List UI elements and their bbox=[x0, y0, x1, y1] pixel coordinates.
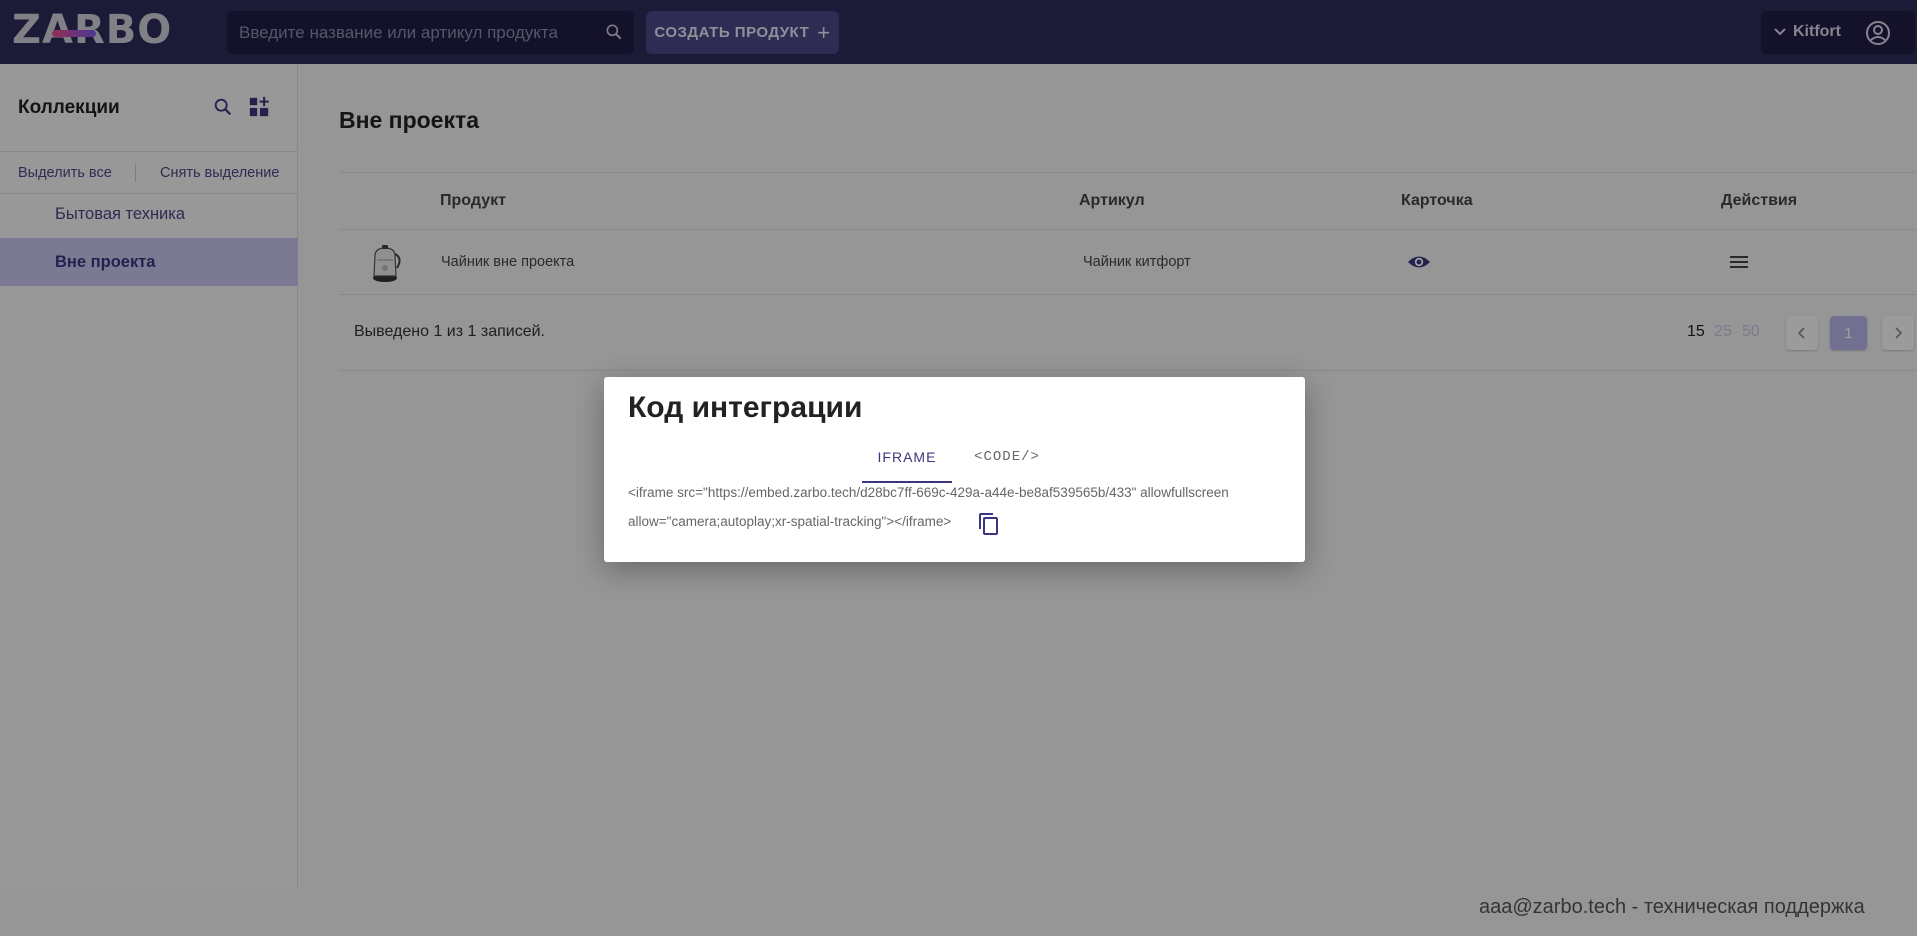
copy-icon[interactable] bbox=[977, 512, 1001, 536]
embed-code-line-2: allow="camera;autoplay;xr-spatial-tracki… bbox=[628, 514, 952, 529]
dialog-title: Код интеграции bbox=[628, 391, 863, 424]
integration-code-dialog: Код интеграции IFRAME <CODE/> <iframe sr… bbox=[604, 377, 1305, 562]
tab-code[interactable]: <CODE/> bbox=[961, 445, 1053, 483]
embed-code-line-1: <iframe src="https://embed.zarbo.tech/d2… bbox=[628, 485, 1229, 500]
tab-iframe[interactable]: IFRAME bbox=[862, 445, 952, 483]
